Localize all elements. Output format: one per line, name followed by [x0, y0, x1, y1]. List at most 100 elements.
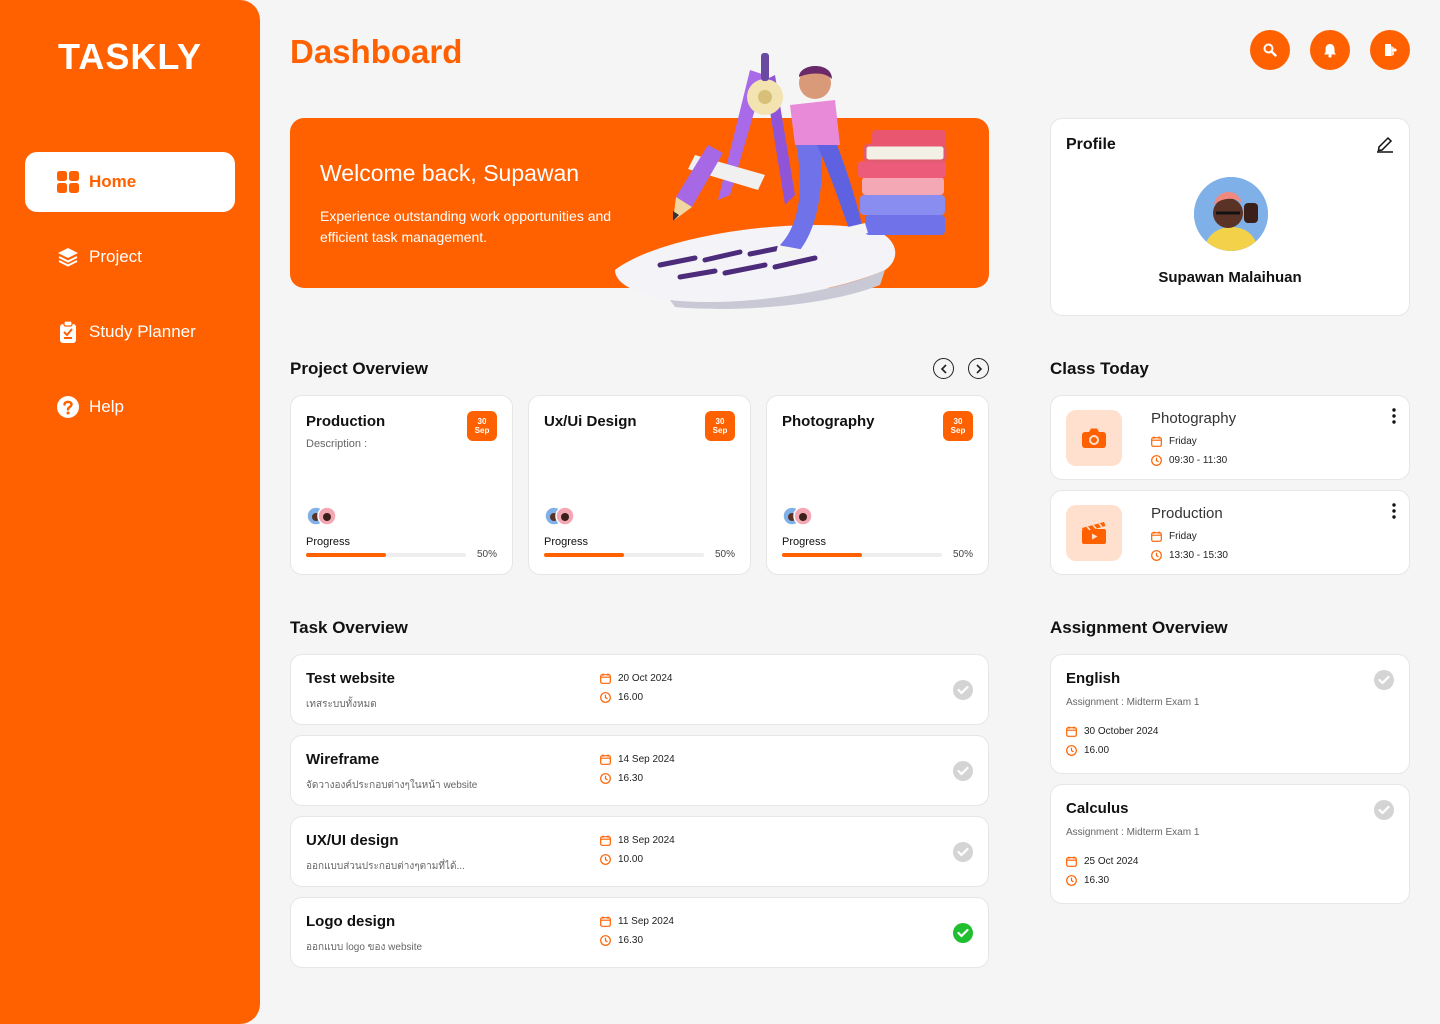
clock-icon — [1151, 455, 1162, 466]
calendar-icon — [600, 916, 611, 927]
calendar-icon — [1066, 856, 1077, 867]
project-title: Photography — [782, 413, 875, 430]
class-more-button[interactable] — [1391, 503, 1397, 519]
progress-bar — [544, 553, 704, 557]
task-date-row: 11 Sep 2024 — [600, 916, 674, 927]
sidebar-item-study-planner[interactable]: Study Planner — [25, 302, 235, 362]
class-time: 13:30 - 15:30 — [1169, 550, 1228, 561]
task-date-row: 18 Sep 2024 — [600, 835, 675, 846]
profile-name: Supawan Malaihuan — [1158, 269, 1302, 286]
check-icon — [957, 766, 969, 776]
task-date: 20 Oct 2024 — [618, 673, 673, 684]
class-card[interactable]: Photography Friday 09:30 - 11:30 — [1050, 395, 1410, 480]
date-badge-day: 30 — [953, 417, 963, 426]
assignment-card[interactable]: English Assignment : Midterm Exam 1 30 O… — [1050, 654, 1410, 774]
project-title: Ux/Ui Design — [544, 413, 637, 430]
search-button[interactable] — [1250, 30, 1290, 70]
project-card[interactable]: Production Description : 30 Sep Progress… — [290, 395, 513, 575]
grid-icon — [57, 171, 79, 193]
task-title: Wireframe — [306, 751, 380, 768]
sidebar-item-label: Project — [89, 247, 142, 266]
app-logo: TASKLY — [58, 36, 203, 77]
assignment-time-row: 16.00 — [1066, 745, 1109, 756]
profile-card: Profile Supawan Malaihuan — [1050, 118, 1410, 316]
task-time: 10.00 — [618, 854, 644, 865]
class-day-row: Friday — [1151, 436, 1197, 447]
progress-bar — [782, 553, 942, 557]
task-card[interactable]: Logo design ออกแบบ logo ของ website 11 S… — [290, 897, 989, 968]
task-date: 18 Sep 2024 — [618, 835, 675, 846]
calendar-icon — [1151, 531, 1162, 542]
class-more-button[interactable] — [1391, 408, 1397, 424]
progress-fill — [782, 553, 862, 557]
assignment-card[interactable]: Calculus Assignment : Midterm Exam 1 25 … — [1050, 784, 1410, 904]
pencil-icon — [1377, 136, 1393, 153]
progress-percent: 50% — [952, 549, 973, 560]
class-time-row: 13:30 - 15:30 — [1151, 550, 1228, 561]
class-day: Friday — [1169, 531, 1197, 542]
member-avatars — [544, 506, 575, 526]
sidebar-item-help[interactable]: Help — [25, 377, 235, 437]
progress-fill — [544, 553, 624, 557]
assignment-date-row: 25 Oct 2024 — [1066, 856, 1138, 867]
assignment-subtitle: Assignment : Midterm Exam 1 — [1066, 827, 1200, 838]
task-complete-toggle[interactable] — [953, 761, 973, 781]
clock-icon — [1066, 875, 1077, 886]
date-badge: 30 Sep — [705, 411, 735, 441]
task-date-row: 14 Sep 2024 — [600, 754, 675, 765]
check-icon — [957, 847, 969, 857]
progress-percent: 50% — [714, 549, 735, 560]
assignment-complete-toggle[interactable] — [1374, 670, 1394, 690]
task-card[interactable]: UX/UI design ออกแบบส่วนประกอบต่างๆตามที่… — [290, 816, 989, 887]
avatar — [1194, 177, 1268, 251]
clock-icon — [600, 935, 611, 946]
chevron-right-icon — [975, 363, 982, 374]
class-day-row: Friday — [1151, 531, 1197, 542]
more-vertical-icon — [1392, 503, 1396, 519]
task-time: 16.30 — [618, 773, 644, 784]
task-date-row: 20 Oct 2024 — [600, 673, 672, 684]
task-subtitle: ออกแบบส่วนประกอบต่างๆตามที่ได้... — [306, 861, 465, 872]
task-time-row: 16.30 — [600, 773, 643, 784]
logout-icon — [1385, 44, 1397, 56]
project-card[interactable]: Ux/Ui Design 30 Sep Progress 50% — [528, 395, 751, 575]
check-icon — [957, 928, 969, 938]
date-badge-day: 30 — [477, 417, 487, 426]
calendar-icon — [600, 835, 611, 846]
assignment-time: 16.00 — [1084, 745, 1110, 756]
project-description: Description : — [306, 438, 368, 450]
task-subtitle: จัดวางองค์ประกอบต่างๆในหน้า website — [306, 780, 478, 791]
member-avatars — [782, 506, 813, 526]
assignment-title: English — [1066, 670, 1121, 687]
class-today-title: Class Today — [1050, 359, 1149, 378]
class-time: 09:30 - 11:30 — [1169, 455, 1228, 466]
task-complete-toggle[interactable] — [953, 842, 973, 862]
task-overview-title: Task Overview — [290, 618, 408, 637]
clapperboard-icon — [1082, 522, 1106, 544]
task-card[interactable]: Wireframe จัดวางองค์ประกอบต่างๆในหน้า we… — [290, 735, 989, 806]
project-card[interactable]: Photography 30 Sep Progress 50% — [766, 395, 989, 575]
next-project-button[interactable] — [968, 358, 989, 379]
assignment-complete-toggle[interactable] — [1374, 800, 1394, 820]
edit-profile-button[interactable] — [1375, 133, 1395, 158]
notification-button[interactable] — [1310, 30, 1350, 70]
logout-button[interactable] — [1370, 30, 1410, 70]
task-time-row: 16.00 — [600, 692, 643, 703]
class-icon-box — [1066, 505, 1122, 561]
sidebar-item-project[interactable]: Project — [25, 227, 235, 287]
prev-project-button[interactable] — [933, 358, 954, 379]
task-complete-toggle[interactable] — [953, 680, 973, 700]
task-complete-toggle[interactable] — [953, 923, 973, 943]
sidebar-item-home[interactable]: Home — [25, 152, 235, 212]
banner-subtitle: Experience outstanding work opportunitie… — [320, 208, 612, 245]
calendar-icon — [1151, 436, 1162, 447]
assignment-date-row: 30 October 2024 — [1066, 726, 1159, 737]
progress-percent: 50% — [476, 549, 497, 560]
camera-icon — [1082, 428, 1106, 448]
progress-bar — [306, 553, 466, 557]
task-card[interactable]: Test website เทสระบบทั้งหมด 20 Oct 2024 … — [290, 654, 989, 725]
date-badge: 30 Sep — [467, 411, 497, 441]
progress-label: Progress — [782, 536, 827, 548]
class-card[interactable]: Production Friday 13:30 - 15:30 — [1050, 490, 1410, 575]
date-badge: 30 Sep — [943, 411, 973, 441]
